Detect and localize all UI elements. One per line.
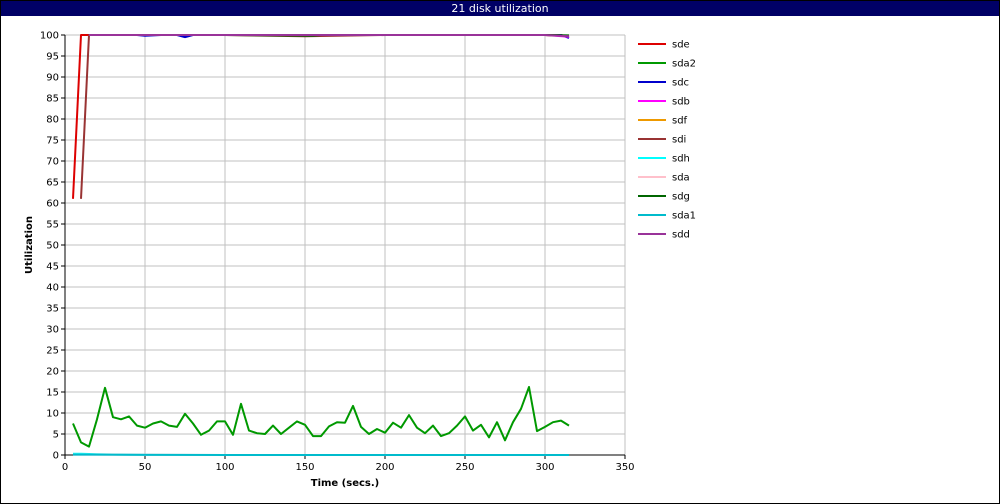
y-tick-label: 90: [46, 73, 59, 84]
y-tick-label: 10: [46, 409, 59, 420]
x-tick-label: 250: [455, 462, 474, 473]
y-tick-label: 55: [46, 220, 59, 231]
y-tick-label: 75: [46, 136, 59, 147]
y-tick-label: 95: [46, 52, 59, 63]
y-tick-label: 30: [46, 325, 59, 336]
legend-label-sdc: sdc: [672, 78, 689, 89]
legend-label-sdb: sdb: [672, 97, 690, 108]
legend-label-sda2: sda2: [672, 59, 696, 70]
y-tick-label: 0: [53, 451, 59, 462]
x-axis-label: Time (secs.): [311, 478, 380, 489]
y-tick-label: 35: [46, 304, 59, 315]
y-tick-label: 60: [46, 199, 59, 210]
legend-label-sdg: sdg: [672, 192, 690, 203]
legend-label-sdh: sdh: [672, 154, 690, 165]
y-axis-label: Utilization: [24, 216, 35, 274]
y-tick-label: 25: [46, 346, 59, 357]
legend-label-sda: sda: [672, 173, 690, 184]
chart-canvas: 0 5 10 15 20 25 30 35 40 45 50 55 60 65 70 75 80 85 90 95 10…: [24, 31, 696, 490]
y-tick-label: 45: [46, 262, 59, 273]
legend-label-sdi: sdi: [672, 135, 686, 146]
y-tick-label: 65: [46, 178, 59, 189]
y-tick-label: 15: [46, 388, 59, 399]
y-tick-label: 40: [46, 283, 59, 294]
x-tick-label: 350: [615, 462, 634, 473]
y-tick-label: 20: [46, 367, 59, 378]
legend-label-sdd: sdd: [672, 230, 690, 241]
x-tick-label: 300: [535, 462, 554, 473]
x-tick-label: 0: [62, 462, 68, 473]
legend-label-sdf: sdf: [672, 116, 688, 127]
y-tick-label: 70: [46, 157, 59, 168]
legend: sde sda2 sdc sdb sdf sdi sdh sda sdg sda1 sdd: [638, 40, 696, 241]
y-tick-label: 100: [40, 31, 59, 42]
x-tick-label: 50: [139, 462, 152, 473]
y-tick-label: 85: [46, 94, 59, 105]
grid-lines: [64, 34, 626, 456]
legend-label-sda1: sda1: [672, 211, 696, 222]
x-tick-label: 200: [375, 462, 394, 473]
y-tick-label: 80: [46, 115, 59, 126]
x-tick-label: 150: [295, 462, 314, 473]
y-tick-label: 5: [53, 430, 59, 441]
x-tick-label: 100: [215, 462, 234, 473]
y-tick-label: 50: [46, 241, 59, 252]
legend-label-sde: sde: [672, 40, 690, 51]
